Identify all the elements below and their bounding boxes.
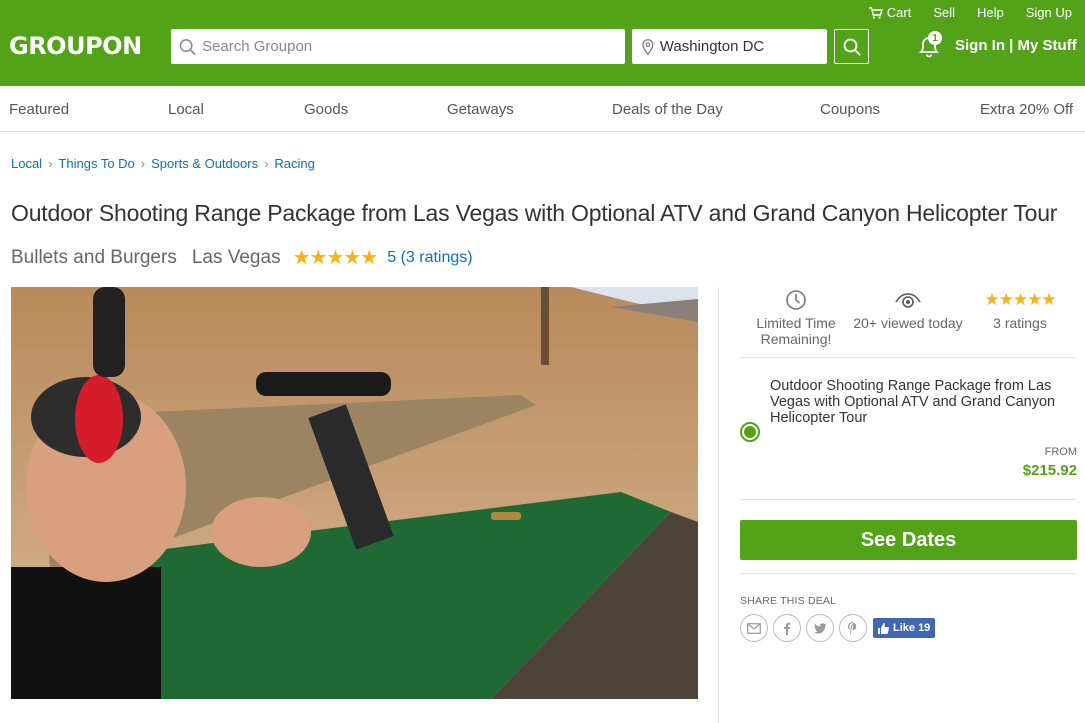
nav-item-getaways[interactable]: Getaways xyxy=(447,101,514,118)
breadcrumb: Local › Things To Do › Sports & Outdoors… xyxy=(11,156,315,171)
limited-time-text: Limited Time Remaining! xyxy=(756,315,836,347)
breadcrumb-separator: › xyxy=(264,156,269,171)
site-header: Cart Sell Help Sign Up GROUPON 1 Sign In… xyxy=(0,0,1085,86)
top-links: Cart Sell Help Sign Up xyxy=(868,5,1072,20)
breadcrumb-racing[interactable]: Racing xyxy=(274,156,314,171)
option-radio[interactable] xyxy=(740,422,760,442)
deal-stats: Limited Time Remaining! 20+ viewed today… xyxy=(740,287,1077,357)
breadcrumb-separator: › xyxy=(48,156,53,171)
option-price: $215.92 xyxy=(1022,462,1077,479)
pinterest-icon xyxy=(848,621,857,635)
nav-item-local[interactable]: Local xyxy=(168,101,204,118)
from-label: FROM xyxy=(1044,446,1077,458)
location-input[interactable] xyxy=(659,38,827,55)
share-email-button[interactable] xyxy=(740,614,768,642)
rating-stars: ★★★★★ xyxy=(292,247,379,269)
cart-label: Cart xyxy=(886,5,912,20)
help-link[interactable]: Help xyxy=(977,5,1004,20)
signup-link[interactable]: Sign Up xyxy=(1026,5,1072,20)
share-icons: Like 19 xyxy=(740,614,936,642)
breadcrumb-local[interactable]: Local xyxy=(11,156,42,171)
rating-link[interactable]: 5 (3 ratings) xyxy=(387,249,472,267)
divider xyxy=(740,357,1077,358)
breadcrumb-sports-outdoors[interactable]: Sports & Outdoors xyxy=(151,156,258,171)
see-dates-button[interactable]: See Dates xyxy=(740,520,1077,560)
cart-link[interactable]: Cart xyxy=(868,5,912,20)
eye-icon xyxy=(895,293,921,308)
location-box xyxy=(632,29,827,64)
share-facebook-button[interactable] xyxy=(773,614,801,642)
viewed-text: 20+ viewed today xyxy=(853,315,963,331)
merchant-name[interactable]: Bullets and Burgers xyxy=(11,247,177,269)
email-icon xyxy=(747,622,761,634)
search-box xyxy=(171,29,625,64)
deal-photo-illustration xyxy=(11,287,698,699)
share-pinterest-button[interactable] xyxy=(839,614,867,642)
nav-item-coupons[interactable]: Coupons xyxy=(820,101,880,118)
search-input[interactable] xyxy=(202,38,625,55)
search-icon xyxy=(843,38,861,56)
groupon-logo[interactable]: GROUPON xyxy=(9,32,142,60)
divider xyxy=(740,499,1077,500)
breadcrumb-things-to-do[interactable]: Things To Do xyxy=(58,156,134,171)
cart-icon xyxy=(868,6,883,19)
share-label: SHARE THIS DEAL xyxy=(740,595,837,607)
breadcrumb-separator: › xyxy=(140,156,146,171)
share-twitter-button[interactable] xyxy=(806,614,834,642)
location-pin-icon xyxy=(642,38,654,55)
stat-viewed: 20+ viewed today xyxy=(852,287,964,357)
column-divider xyxy=(718,287,719,723)
sell-link[interactable]: Sell xyxy=(933,5,955,20)
nav-item-goods[interactable]: Goods xyxy=(304,101,348,118)
stat-ratings: ★★★★★ 3 ratings xyxy=(964,287,1076,357)
deal-subtitle: Bullets and Burgers Las Vegas ★★★★★ 5 (3… xyxy=(11,245,473,270)
facebook-like-button[interactable]: Like 19 xyxy=(873,618,936,638)
deal-option[interactable]: Outdoor Shooting Range Package from Las … xyxy=(740,370,1077,490)
thumbs-up-icon xyxy=(878,622,889,634)
deal-title: Outdoor Shooting Range Package from Las … xyxy=(11,200,1058,226)
search-button[interactable] xyxy=(834,29,869,64)
ratings-text: 3 ratings xyxy=(993,315,1047,331)
nav-item-featured[interactable]: Featured xyxy=(9,101,69,118)
divider xyxy=(740,573,1077,574)
notification-badge: 1 xyxy=(928,31,942,45)
stat-limited-time: Limited Time Remaining! xyxy=(740,287,852,357)
search-icon xyxy=(179,38,196,55)
nav-item-extra-off[interactable]: Extra 20% Off xyxy=(980,101,1073,118)
signin-link[interactable]: Sign In | My Stuff xyxy=(955,37,1077,54)
rating-stars-small: ★★★★★ xyxy=(984,290,1056,309)
deal-city: Las Vegas xyxy=(191,246,281,268)
twitter-icon xyxy=(813,622,826,634)
category-nav: Featured Local Goods Getaways Deals of t… xyxy=(0,86,1085,132)
deal-photo[interactable] xyxy=(11,287,698,699)
clock-icon xyxy=(786,290,806,310)
like-label: Like 19 xyxy=(893,622,931,634)
nav-item-deals-of-the-day[interactable]: Deals of the Day xyxy=(612,101,723,118)
option-title: Outdoor Shooting Range Package from Las … xyxy=(770,378,1056,426)
facebook-icon xyxy=(784,622,791,635)
